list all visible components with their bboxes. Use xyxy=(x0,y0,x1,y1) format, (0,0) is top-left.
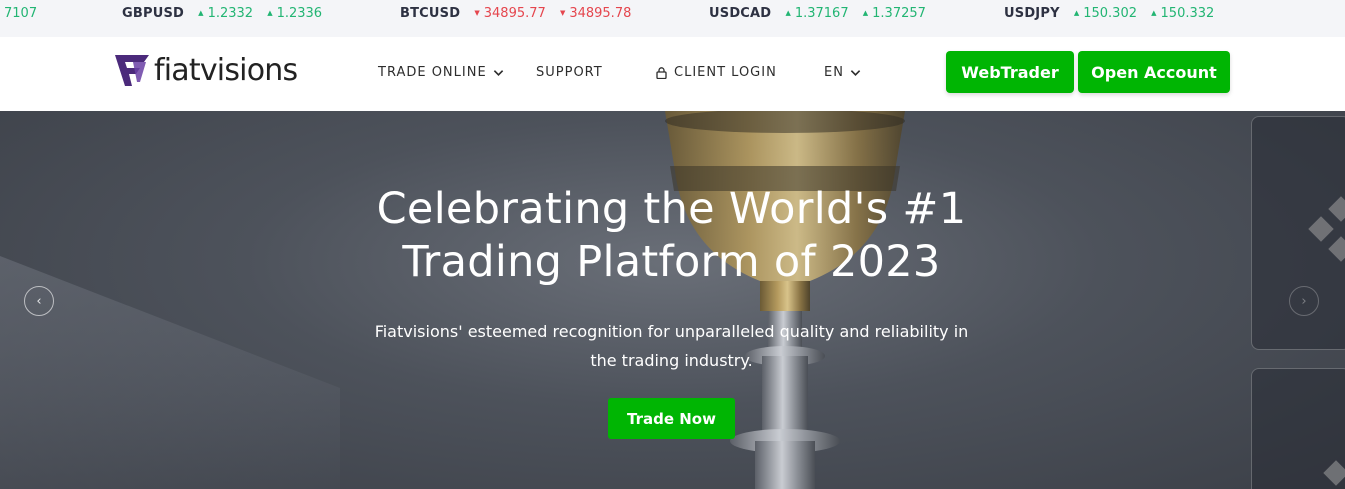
diamond-icon xyxy=(1308,216,1334,242)
ticker-ask: ▲ 150.332 xyxy=(1151,6,1215,21)
lock-icon xyxy=(656,66,667,79)
up-arrow-icon: ▲ xyxy=(267,9,273,17)
ticker-symbol: BTCUSD xyxy=(400,6,461,21)
nav-trade-online[interactable]: TRADE ONLINE xyxy=(378,65,504,80)
up-arrow-icon: ▲ xyxy=(198,9,204,17)
chevron-down-icon xyxy=(493,70,503,76)
chevron-down-icon xyxy=(850,70,861,76)
hero-title-line-1: Celebrating the World's #1 xyxy=(376,184,967,234)
ticker-bid: ▼ 34895.77 xyxy=(474,6,546,21)
ticker-item-usdcad[interactable]: USDCAD ▲ 1.37167 ▲ 1.37257 xyxy=(709,6,926,21)
side-card[interactable] xyxy=(1251,116,1345,350)
up-arrow-icon: ▲ xyxy=(785,9,791,17)
webtrader-button[interactable]: WebTrader xyxy=(946,51,1074,93)
up-arrow-icon: ▲ xyxy=(862,9,869,17)
nav-support-label: SUPPORT xyxy=(536,65,603,80)
diamond-icon xyxy=(1328,196,1345,222)
brand-logo[interactable]: fiatvisions xyxy=(113,51,298,91)
ticker-bid: ▲ 1.37167 xyxy=(785,6,849,21)
ticker-partial-value: 7107 xyxy=(4,6,38,21)
slider-prev-button[interactable]: ‹ xyxy=(24,286,54,316)
diamond-icon xyxy=(1323,460,1345,486)
ticker-bid: ▲ 150.302 xyxy=(1073,6,1137,21)
ticker-item-usdjpy[interactable]: USDJPY ▲ 150.302 ▲ 150.332 xyxy=(1004,6,1214,21)
brand-name: fiatvisions xyxy=(154,53,298,88)
language-label: EN xyxy=(824,65,844,80)
trade-now-button[interactable]: Trade Now xyxy=(608,398,735,439)
chevron-left-icon: ‹ xyxy=(36,293,42,309)
nav-client-login[interactable]: CLIENT LOGIN xyxy=(656,65,777,80)
hero-subtitle: Fiatvisions' esteemed recognition for un… xyxy=(360,317,983,375)
ticker-item-btcusd[interactable]: BTCUSD ▼ 34895.77 ▼ 34895.78 xyxy=(400,6,631,21)
side-card[interactable] xyxy=(1251,368,1345,489)
ticker-ask: ▼ 34895.78 xyxy=(559,6,632,21)
hero-background-shape xyxy=(0,256,340,489)
ticker-ask: ▲ 1.37257 xyxy=(862,6,926,21)
hero-title-line-2: Trading Platform of 2023 xyxy=(402,237,941,287)
logo-mark-icon xyxy=(115,55,149,86)
site-header: fiatvisions TRADE ONLINE SUPPORT CLIENT … xyxy=(0,37,1345,111)
hero-title: Celebrating the World's #1 Trading Platf… xyxy=(300,183,1043,289)
ticker-symbol: USDJPY xyxy=(1004,6,1060,21)
nav-client-login-label: CLIENT LOGIN xyxy=(674,65,777,80)
hero-slider: Celebrating the World's #1 Trading Platf… xyxy=(0,111,1345,489)
diamond-icon xyxy=(1328,236,1345,262)
open-account-button[interactable]: Open Account xyxy=(1078,51,1230,93)
up-arrow-icon: ▲ xyxy=(1151,9,1157,17)
price-ticker: 7107 GBPUSD ▲ 1.2332 ▲ 1.2336 BTCUSD ▼ 3489… xyxy=(0,0,1345,37)
ticker-item-gbpusd[interactable]: GBPUSD ▲ 1.2332 ▲ 1.2336 xyxy=(122,6,322,21)
down-arrow-icon: ▼ xyxy=(559,9,566,17)
ticker-symbol: GBPUSD xyxy=(122,6,185,21)
nav-support[interactable]: SUPPORT xyxy=(536,65,603,80)
language-selector[interactable]: EN xyxy=(824,65,861,80)
ticker-symbol: USDCAD xyxy=(709,6,772,21)
hero-subtitle-line-1: Fiatvisions' esteemed recognition for un… xyxy=(374,322,969,341)
nav-trade-online-label: TRADE ONLINE xyxy=(378,65,487,80)
ticker-bid: ▲ 1.2332 xyxy=(198,6,254,21)
down-arrow-icon: ▼ xyxy=(474,9,480,17)
ticker-ask: ▲ 1.2336 xyxy=(267,6,323,21)
up-arrow-icon: ▲ xyxy=(1073,9,1080,17)
hero-subtitle-line-2: the trading industry. xyxy=(590,351,753,370)
